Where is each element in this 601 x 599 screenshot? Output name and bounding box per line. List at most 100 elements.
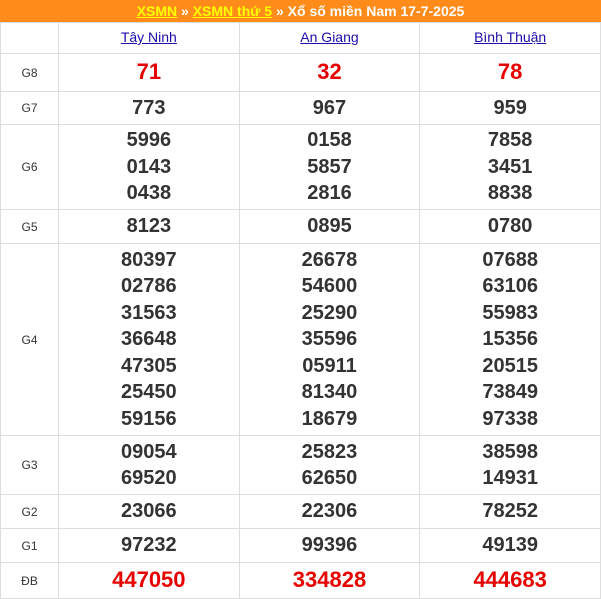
- prize-number: 0143: [126, 155, 172, 178]
- results-table: Tây Ninh An Giang Bình Thuận G8 71 32 78 G7 7…: [0, 22, 601, 599]
- prize-number: 71: [136, 59, 162, 85]
- prize-number: 2816: [307, 182, 352, 205]
- special-prize-number: 334828: [292, 567, 367, 593]
- prize-number: 31563: [121, 301, 177, 324]
- prize-cell: 447050: [58, 562, 240, 599]
- prize-cell: 0158 5857 2816: [238, 124, 421, 210]
- prize-row: G8 71 32 78: [0, 53, 601, 92]
- prize-cell: 32: [238, 53, 421, 92]
- prize-number: 18679: [301, 407, 358, 430]
- prize-number: 20515: [482, 354, 538, 377]
- prize-label: G8: [0, 53, 59, 92]
- breadcrumb-separator: »: [181, 3, 189, 19]
- prize-cell: 773: [58, 91, 240, 125]
- prize-number: 99396: [301, 534, 358, 557]
- prize-cell: 78: [419, 53, 601, 92]
- province-cell: Bình Thuận: [419, 22, 601, 54]
- prize-label: G6: [0, 124, 59, 210]
- xsmn-link[interactable]: XSMN: [137, 3, 177, 19]
- prize-number: 7858: [487, 129, 533, 152]
- prize-cell: 71: [58, 53, 240, 92]
- prize-number: 25450: [121, 381, 177, 404]
- prize-number: 32: [317, 59, 342, 85]
- province-link-binh-thuan[interactable]: Bình Thuận: [474, 29, 546, 45]
- prize-number: 69520: [121, 467, 177, 489]
- special-prize-number: 444683: [473, 567, 547, 593]
- prize-row: G6 5996 0143 0438 0158 5857 2816 7858 3451 8838: [0, 124, 601, 210]
- province-link-tay-ninh[interactable]: Tây Ninh: [121, 29, 177, 45]
- prize-number: 78: [497, 59, 523, 85]
- prize-number: 959: [493, 96, 527, 119]
- prize-number: 5996: [126, 129, 172, 152]
- prize-number: 8123: [126, 215, 172, 238]
- prize-number: 59156: [121, 407, 177, 430]
- prize-number: 8838: [487, 182, 533, 205]
- prize-label: G1: [0, 528, 59, 563]
- prize-number: 5857: [307, 155, 352, 178]
- prize-cell: 07688 63106 55983 15356 20515 73849 97338: [419, 243, 601, 436]
- province-cell: Tây Ninh: [58, 22, 240, 54]
- province-cell: An Giang: [238, 22, 421, 54]
- prize-cell: 8123: [58, 209, 240, 244]
- prize-label: G3: [0, 435, 59, 495]
- prize-number: 55983: [482, 301, 538, 324]
- prize-cell: 967: [238, 91, 421, 125]
- prize-cell: 23066: [58, 494, 240, 529]
- prize-number: 49139: [482, 534, 538, 557]
- prize-number: 3451: [487, 155, 533, 178]
- prize-cell: 334828: [238, 562, 421, 599]
- province-link-an-giang[interactable]: An Giang: [300, 29, 358, 45]
- prize-number: 35596: [301, 328, 358, 351]
- breadcrumb-separator: »: [275, 3, 284, 19]
- prize-number: 05911: [302, 354, 357, 377]
- prize-number: 23066: [121, 500, 177, 523]
- prize-row: ĐB 447050 334828 444683: [0, 562, 601, 599]
- prize-cell: 444683: [419, 562, 601, 599]
- prize-number: 15356: [482, 328, 538, 351]
- prize-row: G5 8123 0895 0780: [0, 209, 601, 244]
- province-header-row: Tây Ninh An Giang Bình Thuận: [0, 22, 601, 54]
- prize-number: 63106: [482, 275, 538, 298]
- title-bar: XSMN » XSMN thứ 5 » Xổ số miền Nam 17-7-…: [0, 0, 601, 22]
- prize-label: G5: [0, 209, 59, 244]
- prize-number: 97232: [121, 534, 177, 557]
- prize-cell: 80397 02786 31563 36648 47305 25450 59156: [58, 243, 240, 436]
- prize-label: G4: [0, 243, 59, 436]
- prize-cell: 22306: [238, 494, 421, 529]
- prize-number: 26678: [301, 248, 358, 271]
- prize-number: 54600: [301, 275, 358, 298]
- prize-number: 0895: [307, 215, 352, 238]
- prize-number: 09054: [121, 440, 177, 463]
- prize-number: 22306: [301, 500, 358, 523]
- prize-label: G2: [0, 494, 59, 529]
- prize-label: G7: [0, 91, 59, 125]
- prize-number: 38598: [482, 440, 538, 463]
- prize-cell: 0780: [419, 209, 601, 244]
- prize-number: 0158: [307, 129, 352, 152]
- prize-cell: 0895: [238, 209, 421, 244]
- prize-number: 0438: [126, 182, 172, 205]
- prize-cell: 97232: [58, 528, 240, 563]
- prize-number: 62650: [301, 467, 358, 489]
- prize-number: 25823: [301, 440, 358, 463]
- prize-cell: 38598 14931: [419, 435, 601, 495]
- prize-number: 0780: [487, 215, 533, 238]
- prize-cell: 7858 3451 8838: [419, 124, 601, 210]
- prize-number: 967: [312, 96, 347, 119]
- prize-number: 25290: [301, 301, 358, 324]
- prize-number: 36648: [121, 328, 177, 351]
- results-widget: XSMN » XSMN thứ 5 » Xổ số miền Nam 17-7-…: [0, 0, 601, 599]
- prize-cell: 25823 62650: [238, 435, 421, 495]
- prize-row: G1 97232 99396 49139: [0, 528, 601, 563]
- special-prize-number: 447050: [112, 567, 186, 593]
- prize-number: 773: [132, 96, 166, 119]
- prize-cell: 78252: [419, 494, 601, 529]
- prize-number: 81340: [301, 381, 358, 404]
- header-corner-cell: [0, 22, 59, 54]
- prize-row: G7 773 967 959: [0, 91, 601, 125]
- xsmn-thu5-link[interactable]: XSMN thứ 5: [193, 3, 272, 19]
- page-title: Xổ số miền Nam 17-7-2025: [287, 3, 465, 19]
- prize-number: 07688: [482, 248, 538, 271]
- prize-cell: 09054 69520: [58, 435, 240, 495]
- prize-number: 73849: [482, 381, 538, 404]
